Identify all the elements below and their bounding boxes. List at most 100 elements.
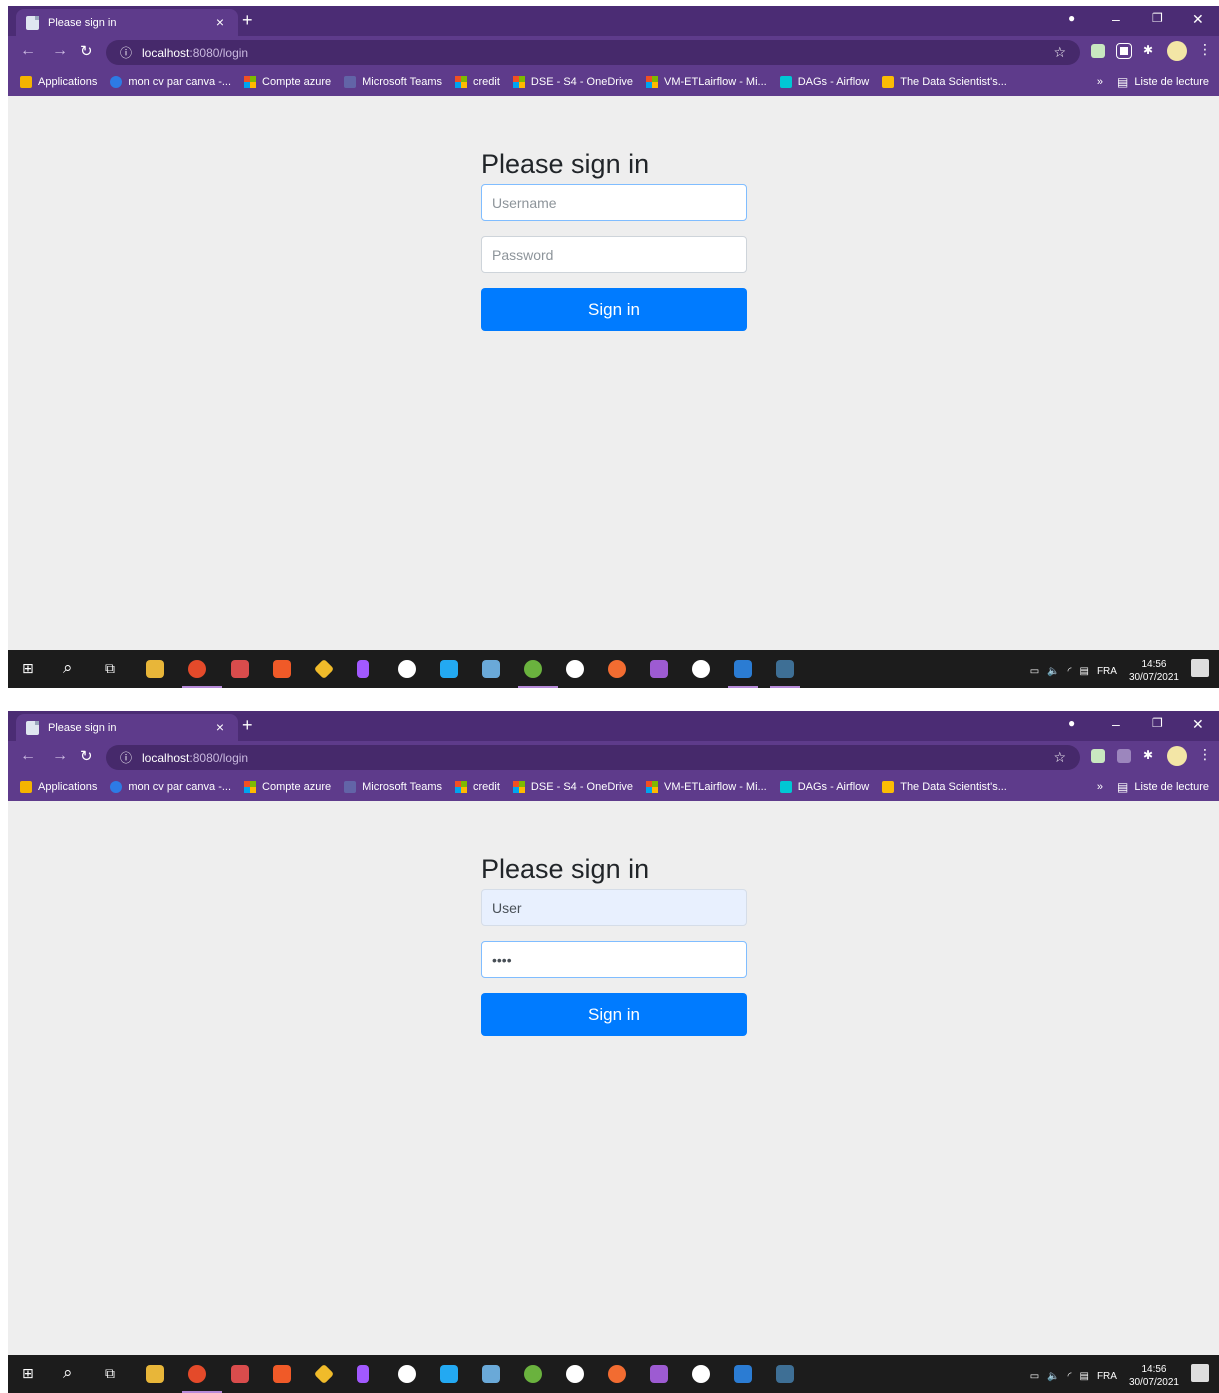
postgres-icon[interactable] (482, 660, 500, 678)
extension-icon[interactable] (1091, 44, 1105, 58)
spring-icon[interactable] (524, 1365, 542, 1383)
brave-icon[interactable] (273, 1365, 291, 1383)
tab-active[interactable]: Please sign in × (16, 714, 238, 741)
address-bar[interactable]: ⓘ localhost:8080/login ☆ (106, 745, 1080, 770)
bookmarks-more-button[interactable]: » (1097, 781, 1103, 793)
spring-icon[interactable] (524, 660, 542, 678)
bookmark-onedrive[interactable]: DSE - S4 - OneDrive (512, 76, 633, 88)
reload-button[interactable]: ↻ (80, 42, 93, 60)
menu-icon[interactable]: ⋮ (1198, 746, 1212, 762)
eclipse-icon[interactable] (566, 1365, 584, 1383)
volume-icon[interactable]: 🔈 (1047, 1371, 1059, 1382)
info-icon[interactable]: ⓘ (120, 749, 132, 766)
close-window-button[interactable]: ✕ (1192, 716, 1204, 733)
bookmark-apps[interactable]: Applications (20, 781, 97, 793)
github-icon[interactable] (398, 660, 416, 678)
bookmark-airflow[interactable]: DAGs - Airflow (779, 76, 869, 88)
clock[interactable]: 14:56 30/07/2021 (1129, 658, 1179, 684)
mysql-workbench-icon[interactable] (776, 660, 794, 678)
app-icon[interactable] (231, 660, 249, 678)
language-indicator[interactable]: FRA (1097, 1371, 1117, 1382)
bookmark-canva[interactable]: mon cv par canva -... (110, 781, 231, 793)
avatar[interactable] (1167, 41, 1187, 61)
new-tab-button[interactable]: + (242, 10, 253, 30)
display-icon[interactable]: ▤ (1079, 1371, 1088, 1382)
vscode-icon[interactable] (440, 1365, 458, 1383)
github-icon[interactable] (398, 1365, 416, 1383)
clock[interactable]: 14:56 30/07/2021 (1129, 1363, 1179, 1389)
tab-active[interactable]: Please sign in × (16, 9, 238, 36)
bookmark-vm-etl[interactable]: VM-ETLairflow - Mi... (646, 781, 767, 793)
bookmark-credit[interactable]: credit (455, 76, 500, 88)
bookmark-onedrive[interactable]: DSE - S4 - OneDrive (512, 781, 633, 793)
search-icon[interactable]: ⌕ (63, 658, 73, 678)
bookmark-teams[interactable]: Microsoft Teams (344, 781, 442, 793)
windows-start-icon[interactable]: ⊞ (22, 660, 34, 677)
bookmark-azure[interactable]: Compte azure (244, 781, 331, 793)
eclipse-icon[interactable] (566, 660, 584, 678)
wifi-icon[interactable]: ◜ (1068, 1371, 1072, 1382)
task-view-icon[interactable]: ⧉ (105, 660, 115, 677)
language-indicator[interactable]: FRA (1097, 666, 1117, 677)
tab-close-icon[interactable]: × (216, 14, 224, 30)
figma-icon[interactable] (357, 660, 369, 678)
bookmark-apps[interactable]: Applications (20, 76, 97, 88)
visual-studio-icon[interactable] (650, 660, 668, 678)
forward-button[interactable]: → (52, 747, 68, 765)
bookmark-teams[interactable]: Microsoft Teams (344, 76, 442, 88)
profile-menu-icon[interactable]: ● (1068, 11, 1075, 25)
avatar[interactable] (1167, 746, 1187, 766)
minimize-button[interactable]: – (1112, 716, 1120, 732)
menu-icon[interactable]: ⋮ (1198, 41, 1212, 57)
bookmark-vm-etl[interactable]: VM-ETLairflow - Mi... (646, 76, 767, 88)
extension-icon[interactable] (1116, 43, 1132, 59)
search-icon[interactable]: ⌕ (63, 1363, 73, 1383)
bookmark-azure[interactable]: Compte azure (244, 76, 331, 88)
bookmark-data-scientist[interactable]: The Data Scientist's... (882, 76, 1007, 88)
sign-in-button[interactable]: Sign in (481, 288, 747, 331)
virtualbox-icon[interactable] (692, 1365, 710, 1383)
notification-center-icon[interactable] (1191, 1364, 1209, 1382)
chrome-icon[interactable] (188, 1365, 206, 1383)
bookmark-airflow[interactable]: DAGs - Airflow (779, 781, 869, 793)
git-icon[interactable] (313, 658, 335, 680)
vscode-icon[interactable] (440, 660, 458, 678)
bookmark-credit[interactable]: credit (455, 781, 500, 793)
display-icon[interactable]: ▤ (1079, 666, 1088, 677)
word-icon[interactable] (734, 660, 752, 678)
notification-center-icon[interactable] (1191, 659, 1209, 677)
reading-list-button[interactable]: Liste de lecture (1134, 781, 1209, 793)
virtualbox-icon[interactable] (692, 660, 710, 678)
password-input[interactable] (481, 941, 747, 978)
bookmarks-more-button[interactable]: » (1097, 76, 1103, 88)
minimize-button[interactable]: – (1112, 11, 1120, 27)
visual-studio-icon[interactable] (650, 1365, 668, 1383)
info-icon[interactable]: ⓘ (120, 44, 132, 61)
restore-button[interactable]: ❐ (1152, 716, 1163, 730)
chrome-icon[interactable] (188, 660, 206, 678)
username-input[interactable] (481, 889, 747, 926)
password-input[interactable] (481, 236, 747, 273)
sign-in-button[interactable]: Sign in (481, 993, 747, 1036)
back-button[interactable]: ← (20, 747, 36, 765)
volume-icon[interactable]: 🔈 (1047, 666, 1059, 677)
username-input[interactable] (481, 184, 747, 221)
postman-icon[interactable] (608, 1365, 626, 1383)
brave-icon[interactable] (273, 660, 291, 678)
word-icon[interactable] (734, 1365, 752, 1383)
postman-icon[interactable] (608, 660, 626, 678)
reload-button[interactable]: ↻ (80, 747, 93, 765)
figma-icon[interactable] (357, 1365, 369, 1383)
battery-icon[interactable]: ▭ (1030, 1371, 1039, 1382)
task-view-icon[interactable]: ⧉ (105, 1365, 115, 1382)
reading-list-button[interactable]: Liste de lecture (1134, 76, 1209, 88)
close-window-button[interactable]: ✕ (1192, 11, 1204, 28)
profile-menu-icon[interactable]: ● (1068, 716, 1075, 730)
puzzle-icon[interactable]: ✱ (1143, 43, 1157, 57)
git-icon[interactable] (313, 1363, 335, 1385)
postgres-icon[interactable] (482, 1365, 500, 1383)
puzzle-icon[interactable]: ✱ (1143, 748, 1157, 762)
bookmark-data-scientist[interactable]: The Data Scientist's... (882, 781, 1007, 793)
extension-icon[interactable] (1091, 749, 1105, 763)
back-button[interactable]: ← (20, 42, 36, 60)
